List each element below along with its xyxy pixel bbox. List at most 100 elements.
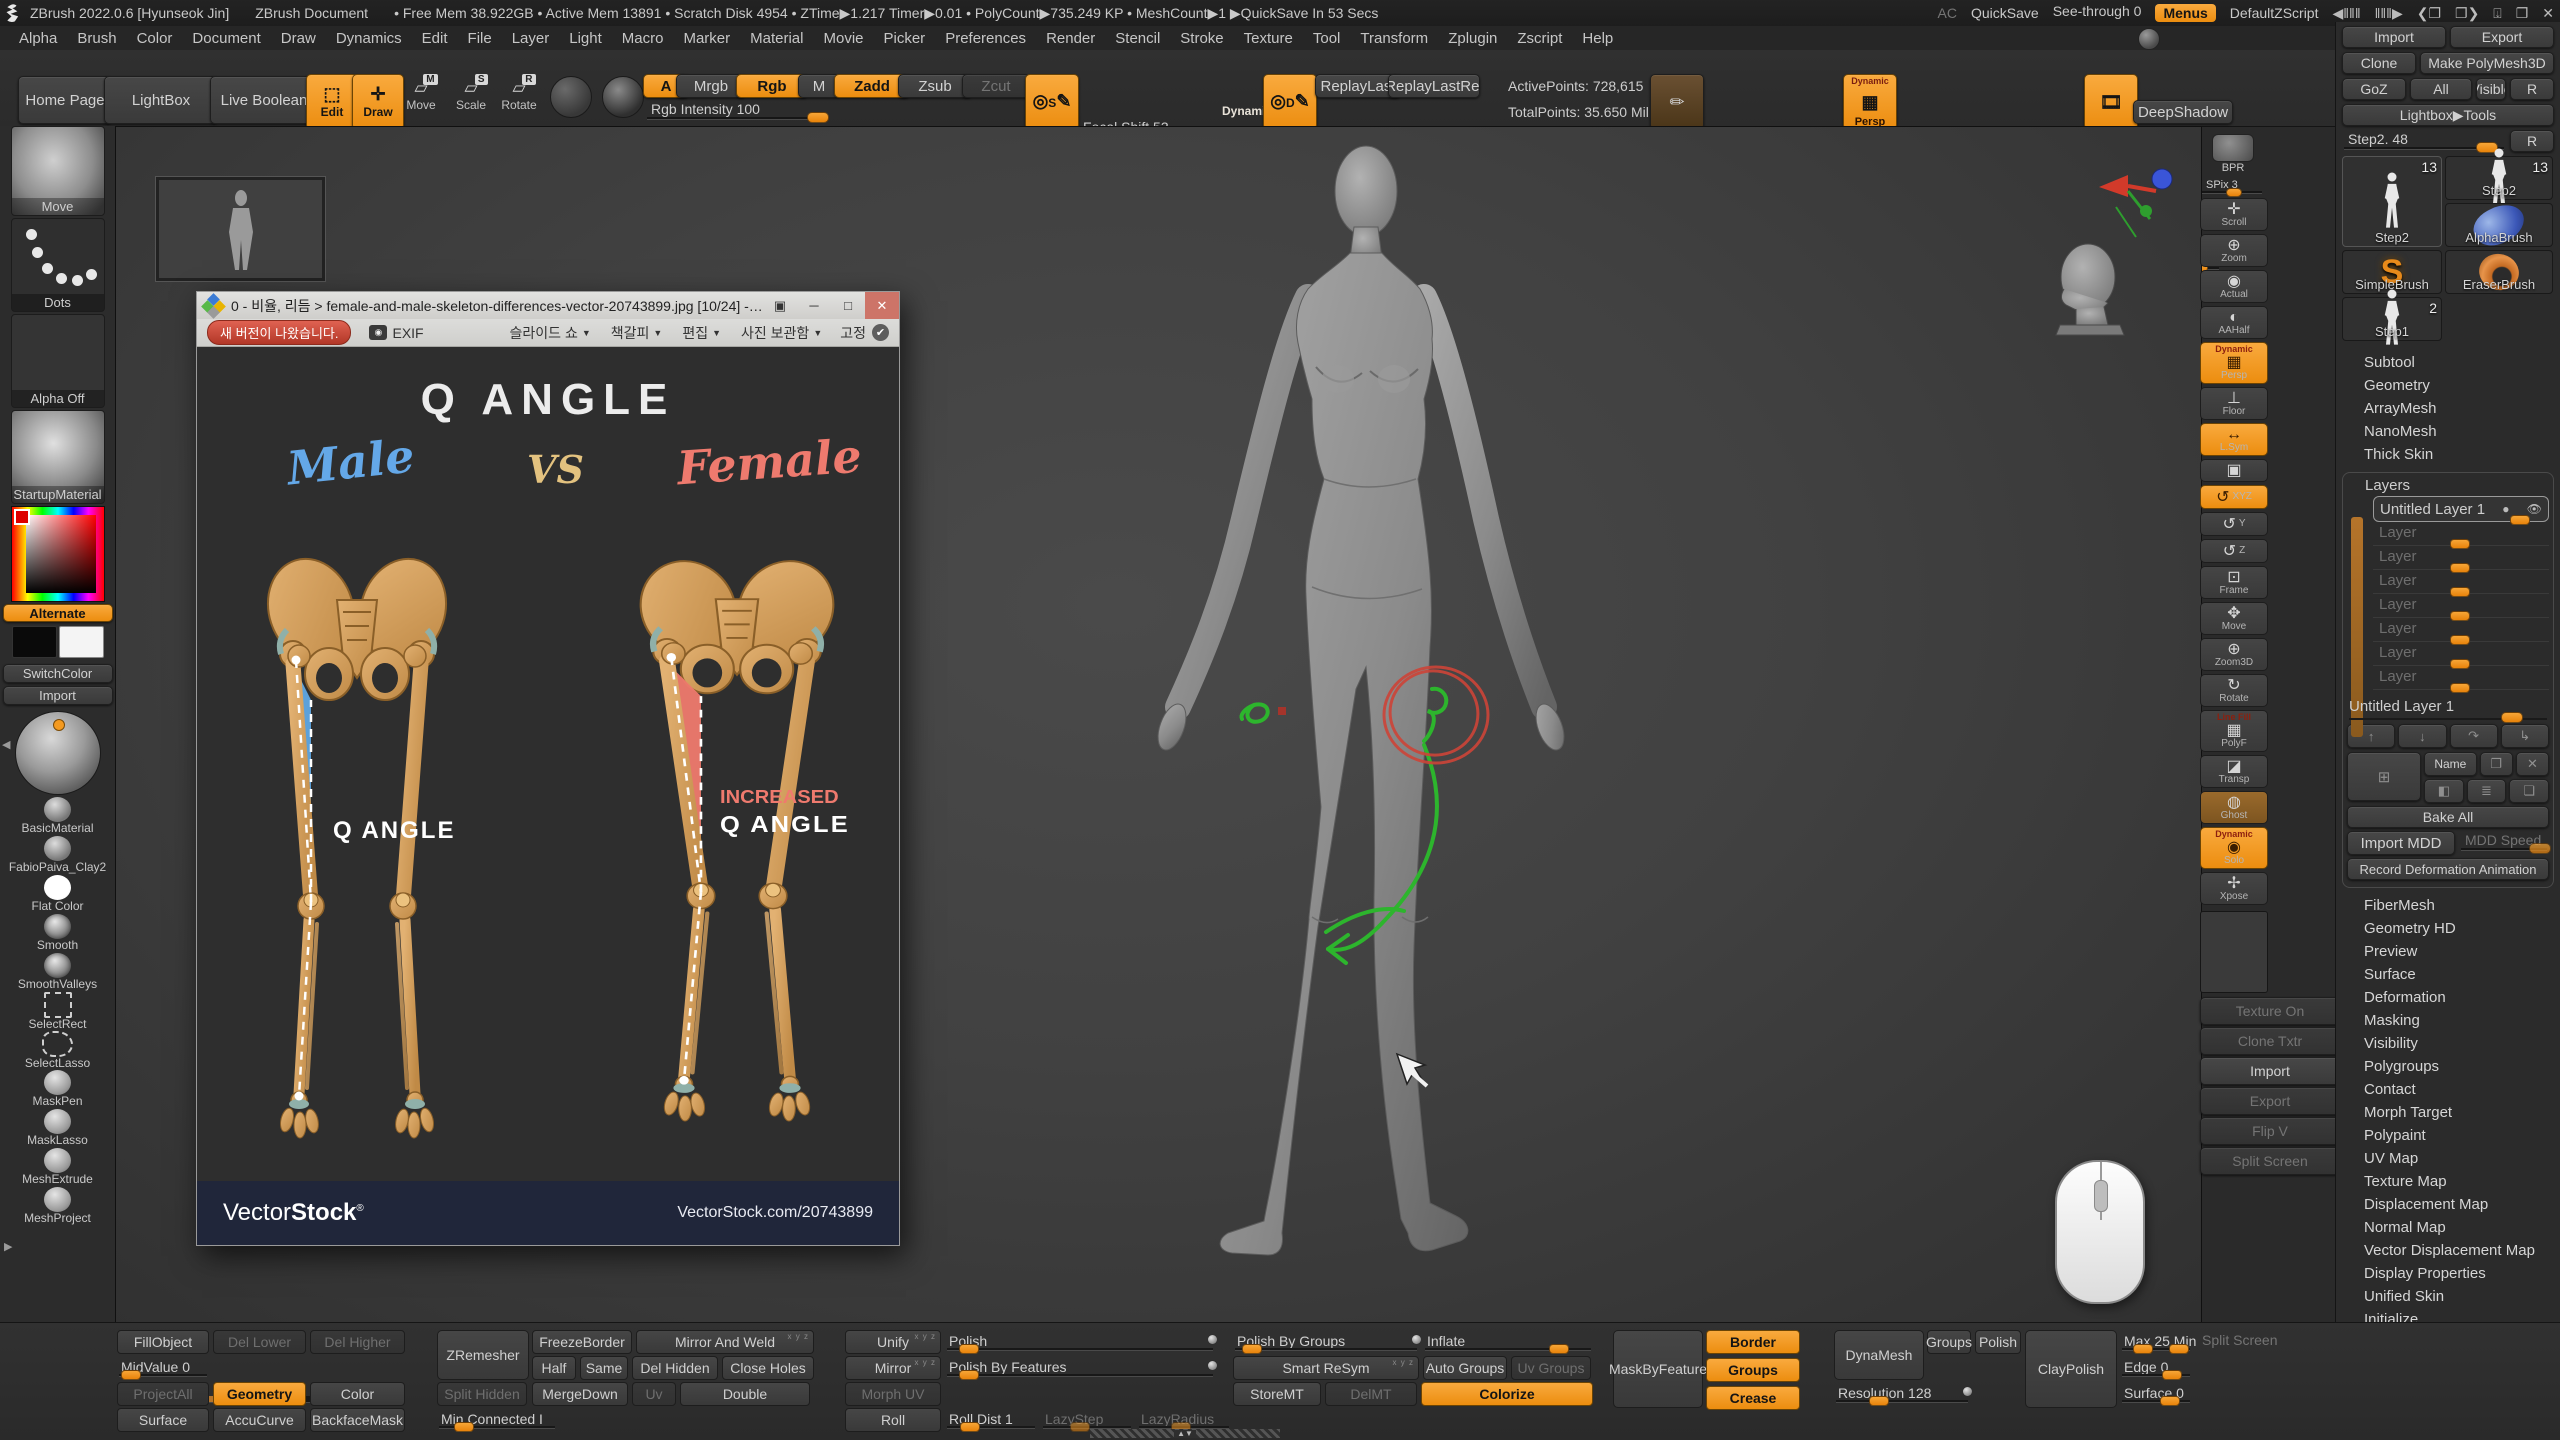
step2-r-button[interactable]: R <box>2510 130 2554 152</box>
wireframe-sphere-icon[interactable] <box>550 76 592 118</box>
rgb-intensity-slider[interactable]: Rgb Intensity 100 <box>645 100 821 122</box>
stroke-preview-move[interactable]: Move <box>11 126 105 216</box>
update-notice-button[interactable]: 새 버전이 나왔습니다. <box>207 320 351 345</box>
minimize-button[interactable]: ⍗ <box>2493 5 2501 22</box>
layer-arrow-button[interactable]: ↷ <box>2450 724 2498 748</box>
import-mdd-button[interactable]: Import MDD <box>2347 831 2455 855</box>
menu-item[interactable]: Brush <box>68 28 125 49</box>
tool-section[interactable]: Unified Skin <box>2342 1285 2554 1308</box>
tray-scroll-left-icon[interactable]: ◀ǁǁǁ <box>2332 5 2360 22</box>
menu-item[interactable]: Color <box>128 28 182 49</box>
tray-scroll-right-icon[interactable]: ǁǁǁ▶ <box>2375 5 2403 22</box>
viewer-close-button[interactable]: ✕ <box>865 292 899 319</box>
dock-right-icon[interactable]: ❐❯ <box>2455 5 2479 22</box>
bottom-button[interactable]: LazyStep <box>1041 1408 1133 1430</box>
bottom-button[interactable]: Half <box>532 1356 576 1380</box>
menu-item[interactable]: Light <box>560 28 611 49</box>
bottom-button[interactable]: Double <box>680 1382 810 1406</box>
tray-item[interactable]: SelectLasso <box>10 1031 106 1070</box>
alternate-button[interactable]: Alternate <box>3 604 113 622</box>
stroke-type-button[interactable]: ◎S✎ <box>1025 74 1079 130</box>
bottom-button[interactable]: LazyRadius <box>1137 1408 1231 1430</box>
rotate-tool[interactable]: ▱R Rotate <box>496 78 542 112</box>
strip-tool[interactable]: ▣ <box>2200 459 2268 482</box>
bottom-slider[interactable]: Edge 0 <box>2120 1356 2192 1378</box>
tool-section[interactable]: Thick Skin <box>2342 443 2554 466</box>
layer-intensity-slider[interactable]: Untitled Layer 1 <box>2349 698 2547 720</box>
viewer-menu[interactable]: 사진 보관함▼ <box>741 323 822 343</box>
scale-tool[interactable]: ▱S Scale <box>448 78 494 112</box>
bottom-button[interactable]: DelMT <box>1325 1382 1417 1406</box>
strip-tool[interactable]: Dynamic ◉ Solo <box>2200 827 2268 869</box>
bottom-button[interactable]: Color <box>310 1382 405 1406</box>
tool-section[interactable]: Masking <box>2342 1009 2554 1032</box>
bottom-button[interactable]: Del Hidden <box>632 1356 718 1380</box>
layer-icon-button[interactable]: ≣ <box>2467 779 2507 803</box>
bottom-button[interactable]: Auto Groups <box>1423 1356 1507 1380</box>
menu-item[interactable]: Movie <box>814 28 872 49</box>
bottom-button[interactable]: Close Holes <box>722 1356 814 1380</box>
mdd-speed-slider[interactable]: MDD Speed <box>2459 831 2549 853</box>
menu-item[interactable]: File <box>459 28 501 49</box>
strip-tool[interactable]: ✢ Xpose <box>2200 872 2268 905</box>
tool-section[interactable]: Geometry <box>2342 374 2554 397</box>
texture-action-button[interactable]: Import <box>2200 1057 2340 1085</box>
bottom-button[interactable]: StoreMT <box>1233 1382 1321 1406</box>
strip-tool[interactable]: ✛ Scroll <box>2200 198 2268 231</box>
lightbox-tools-button[interactable]: Lightbox▶Tools <box>2342 104 2554 126</box>
bottom-button[interactable]: FreezeBorder <box>532 1330 632 1354</box>
deep-shadow-button[interactable]: DeepShadow <box>2133 100 2233 124</box>
menu-item[interactable]: Help <box>1573 28 1622 49</box>
strip-tool[interactable]: ↺ XYZ <box>2200 485 2268 509</box>
home-page-button[interactable]: Home Page <box>18 76 112 124</box>
goz-visible-button[interactable]: Visible <box>2476 78 2506 100</box>
tool-import-button[interactable]: Import <box>2342 26 2446 48</box>
bottom-button[interactable]: Morph UV <box>845 1382 941 1406</box>
bottom-slider[interactable]: MidValue 0 <box>117 1356 209 1378</box>
claypolish-button[interactable]: ClayPolish <box>2025 1330 2117 1408</box>
layer-icon-button[interactable]: ✕ <box>2516 752 2549 776</box>
strip-tool[interactable]: ↔ L.Sym <box>2200 423 2268 456</box>
mask-by-feature-button[interactable]: MaskByFeature <box>1613 1330 1703 1408</box>
tray-item[interactable]: MaskLasso <box>10 1109 106 1148</box>
material-ball-icon[interactable] <box>2138 28 2160 50</box>
main-alt-color-swatches[interactable] <box>12 626 104 658</box>
bottom-button[interactable]: Groups <box>1927 1330 1971 1354</box>
see-through-slider[interactable]: See-through 0 <box>2053 3 2142 23</box>
strip-tool[interactable]: ↺ Y <box>2200 512 2268 536</box>
menu-item[interactable]: Zplugin <box>1439 28 1506 49</box>
menu-item[interactable]: Stencil <box>1106 28 1169 49</box>
menu-item[interactable]: Tool <box>1304 28 1350 49</box>
bottom-button[interactable]: Colorize <box>1421 1382 1593 1406</box>
clone-button[interactable]: Clone <box>2342 52 2416 74</box>
split-screen-button[interactable]: Split Screen <box>2202 1332 2277 1348</box>
import-color-button[interactable]: Import <box>3 686 113 705</box>
menu-item[interactable]: Draw <box>272 28 325 49</box>
bottom-button[interactable]: Roll <box>845 1408 941 1432</box>
material-sphere-icon[interactable] <box>602 76 644 118</box>
tray-item[interactable]: MaskPen <box>10 1070 106 1109</box>
menu-item[interactable]: Edit <box>413 28 457 49</box>
tool-section[interactable]: Display Properties <box>2342 1262 2554 1285</box>
tool-thumbnail[interactable]: 13 Step2 <box>2445 156 2553 200</box>
gravity-pencil-icon[interactable]: ✏ <box>1650 74 1704 130</box>
bottom-button[interactable]: Mirror And Weld <box>636 1330 814 1354</box>
edit-button[interactable]: ⬚Edit <box>306 74 358 130</box>
layer-name-button[interactable]: Name <box>2424 752 2477 776</box>
empty-layer-row[interactable]: Layer <box>2373 642 2549 666</box>
dynamesh-button[interactable]: DynaMesh <box>1834 1330 1924 1380</box>
tray-item[interactable]: BasicMaterial <box>10 797 106 836</box>
bottom-button[interactable]: Groups <box>1706 1358 1800 1382</box>
zremesher-button[interactable]: ZRemesher <box>437 1330 529 1380</box>
bottom-button[interactable]: Polish <box>1975 1330 2021 1354</box>
bottom-button[interactable]: Del Higher <box>310 1330 405 1354</box>
viewer-menu[interactable]: 슬라이드 쇼▼ <box>510 323 591 343</box>
viewer-title-bar[interactable]: 0 - 비율, 리듬 > female-and-male-skeleton-di… <box>197 292 899 319</box>
strip-tool[interactable]: Dynamic ▦ Persp <box>2200 342 2268 384</box>
goz-button[interactable]: GoZ <box>2342 78 2406 100</box>
color-picker[interactable] <box>11 506 105 602</box>
replay-last-rel-button[interactable]: ReplayLastRel <box>1388 74 1480 98</box>
bottom-button[interactable]: AccuCurve <box>213 1408 306 1432</box>
bottom-button[interactable]: Uv Groups <box>1511 1356 1591 1380</box>
bottom-button[interactable]: MergeDown <box>532 1382 628 1406</box>
